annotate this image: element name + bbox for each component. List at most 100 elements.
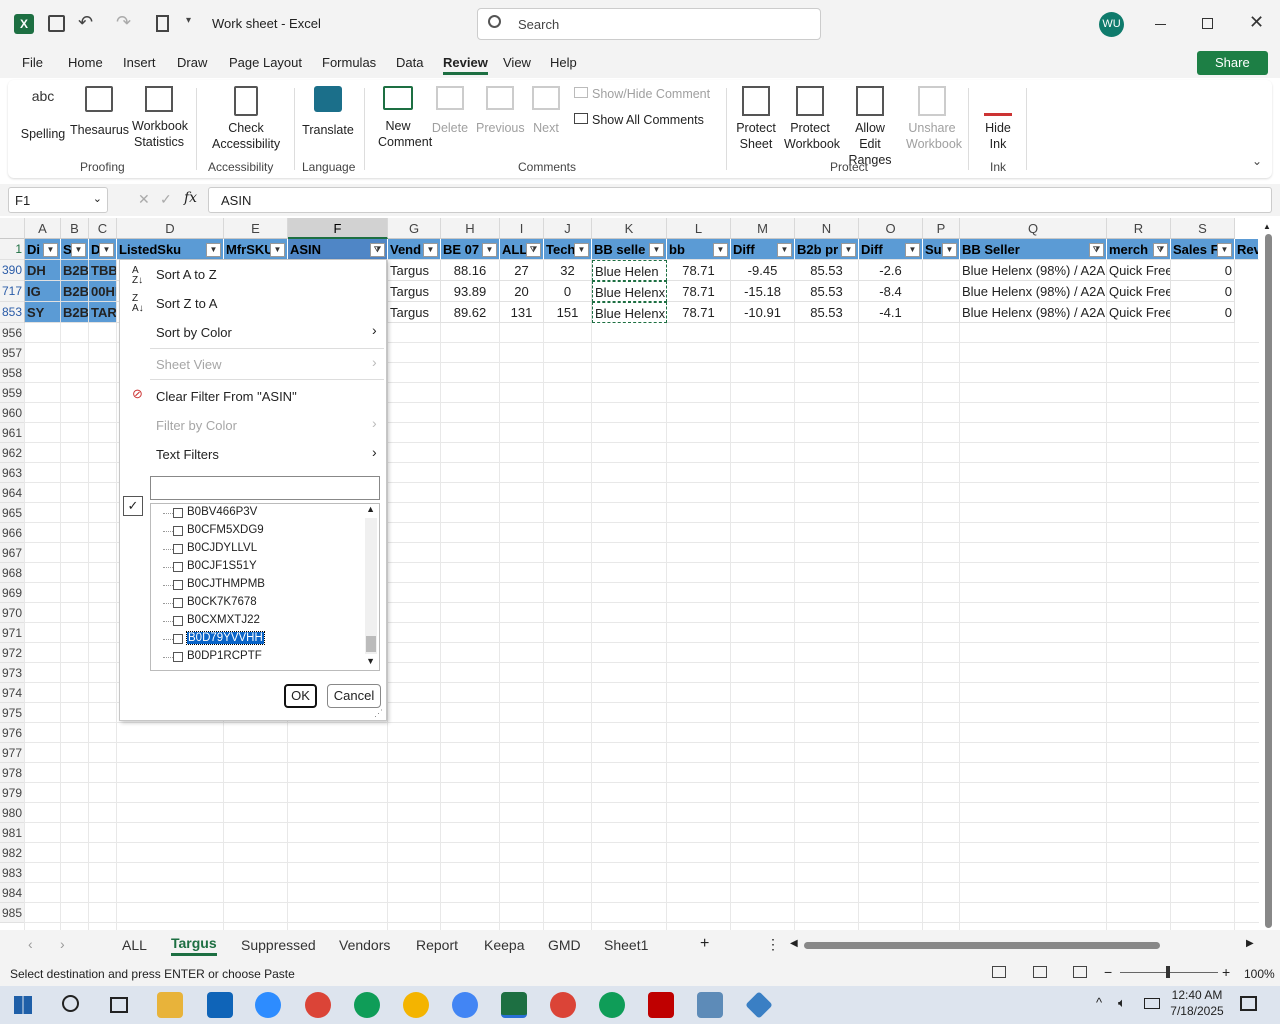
data-cell[interactable]: 78.71 [667,302,731,323]
data-cell[interactable]: SY [25,302,61,323]
filter-dropdown-icon[interactable]: ▼ [423,243,438,257]
row-number[interactable]: 965 [0,503,25,523]
hscroll-left-icon[interactable]: ◀ [790,938,798,949]
filter-dropdown-icon[interactable]: ▼ [99,243,114,257]
row-number[interactable]: 853 [0,302,25,323]
hide-ink-button[interactable]: Hide Ink [974,86,1022,152]
data-cell[interactable]: 85.53 [795,260,859,281]
data-cell[interactable]: 27 [500,260,544,281]
data-cell[interactable] [923,281,960,302]
data-cell[interactable]: Blue Helenx [592,281,667,302]
data-cell[interactable]: TBB [89,260,117,281]
column-header-k[interactable]: K [592,218,667,239]
network-icon[interactable] [1144,998,1160,1009]
file-explorer-icon[interactable] [157,992,183,1018]
filter-dropdown-icon[interactable]: ▼ [841,243,856,257]
asin-checkbox[interactable] [173,562,183,572]
row-number[interactable]: 978 [0,763,25,783]
data-cell[interactable]: -9.45 [731,260,795,281]
data-cell[interactable]: Targus [388,281,441,302]
data-cell[interactable]: 151 [544,302,592,323]
formula-input[interactable]: ASIN [208,187,1272,213]
header-cell[interactable]: ALL ⧩ [500,239,544,260]
tab-view[interactable]: View [503,55,531,70]
data-cell[interactable]: 0 [544,281,592,302]
filter-active-icon[interactable]: ⧩ [370,243,385,257]
row-number[interactable]: 963 [0,463,25,483]
scroll-right-icon[interactable]: › [60,936,65,952]
header-cell[interactable]: Tech ▼ [544,239,592,260]
tab-file[interactable]: File [22,55,43,70]
filter-dropdown-icon[interactable]: ▼ [649,243,664,257]
tab-help[interactable]: Help [550,55,577,70]
row-number[interactable]: 973 [0,663,25,683]
asin-option[interactable]: B0CXMXTJ22 [187,614,260,626]
sheet-tab-sheet1[interactable]: Sheet1 [604,937,648,953]
asin-value-list[interactable]: B0BV466P3V B0CFM5XDG9 B0CJDYLLVL B0CJF1S51Y… [150,503,380,671]
vertical-scrollbar[interactable] [1265,234,1272,928]
row-number[interactable]: 968 [0,563,25,583]
sort-z-to-a[interactable]: Sort Z to A [156,296,217,311]
check-accessibility-button[interactable]: Check Accessibility [200,86,292,152]
data-cell[interactable]: 89.62 [441,302,500,323]
data-cell[interactable]: 131 [500,302,544,323]
tab-page-layout[interactable]: Page Layout [229,55,302,70]
data-cell[interactable]: TAR [89,302,117,323]
row-number[interactable]: 975 [0,703,25,723]
data-cell[interactable]: Targus [388,260,441,281]
scroll-up-icon[interactable]: ▲ [366,504,375,514]
column-header-d[interactable]: D [117,218,224,239]
column-header-b[interactable]: B [61,218,89,239]
chrome-icon[interactable] [403,992,429,1018]
search-taskbar-icon[interactable] [62,995,79,1012]
tab-review[interactable]: Review [443,55,488,75]
filter-dropdown-icon[interactable]: ▼ [713,243,728,257]
translate-button[interactable]: Translate [298,86,358,138]
row-number[interactable]: 980 [0,803,25,823]
chevron-up-icon[interactable]: ^ [1096,995,1102,1010]
text-filters[interactable]: Text Filters [156,447,219,462]
sheet-tab-targus[interactable]: Targus [171,935,217,956]
search-box[interactable]: Search [477,8,821,40]
list-scrollbar[interactable] [365,518,377,654]
data-cell[interactable]: 0 [1171,302,1235,323]
row-number[interactable]: 984 [0,883,25,903]
data-cell[interactable] [923,302,960,323]
row-number[interactable]: 981 [0,823,25,843]
scroll-left-icon[interactable]: ‹ [28,936,33,952]
excel-taskbar-icon[interactable] [501,992,527,1018]
filter-dropdown-icon[interactable]: ▼ [1217,243,1232,257]
data-cell[interactable]: 32 [544,260,592,281]
asin-checkbox[interactable] [173,652,183,662]
show-all-comments-button[interactable]: Show All Comments [574,112,704,128]
row-number[interactable]: 976 [0,723,25,743]
filter-dropdown-icon[interactable]: ▼ [942,243,957,257]
sheet-tab-keepa[interactable]: Keepa [484,937,524,953]
tab-home[interactable]: Home [68,55,103,70]
data-cell[interactable]: Blue Helenx (98%) / A2A [960,302,1107,323]
row-number[interactable]: 977 [0,743,25,763]
data-cell[interactable]: Targus [388,302,441,323]
column-header-j[interactable]: J [544,218,592,239]
column-header-r[interactable]: R [1107,218,1171,239]
normal-view-icon[interactable] [992,966,1006,978]
column-header-e[interactable]: E [224,218,288,239]
asin-option[interactable]: B0CJF1S51Y [187,560,257,572]
row-number[interactable]: 717 [0,281,25,302]
scroll-up-icon[interactable]: ▲ [1263,222,1271,231]
sheet-tab-gmd[interactable]: GMD [548,937,581,953]
collapse-ribbon-icon[interactable]: ⌄ [1252,154,1262,168]
zoom-out-icon[interactable]: − [1104,964,1112,980]
data-cell[interactable]: B2B [61,260,89,281]
data-cell[interactable] [923,260,960,281]
header-cell[interactable]: Rev [1235,239,1259,260]
asin-option[interactable]: B0DP1RCPTF [187,650,262,662]
data-cell[interactable]: 78.71 [667,260,731,281]
filter-dropdown-icon[interactable]: ▼ [482,243,497,257]
page-break-view-icon[interactable] [1073,966,1087,978]
row-number[interactable]: 960 [0,403,25,423]
data-cell[interactable]: 78.71 [667,281,731,302]
asin-option[interactable]: B0D79YVVHH [186,631,265,645]
filezilla-icon[interactable] [648,992,674,1018]
row-number[interactable]: 985 [0,903,25,923]
